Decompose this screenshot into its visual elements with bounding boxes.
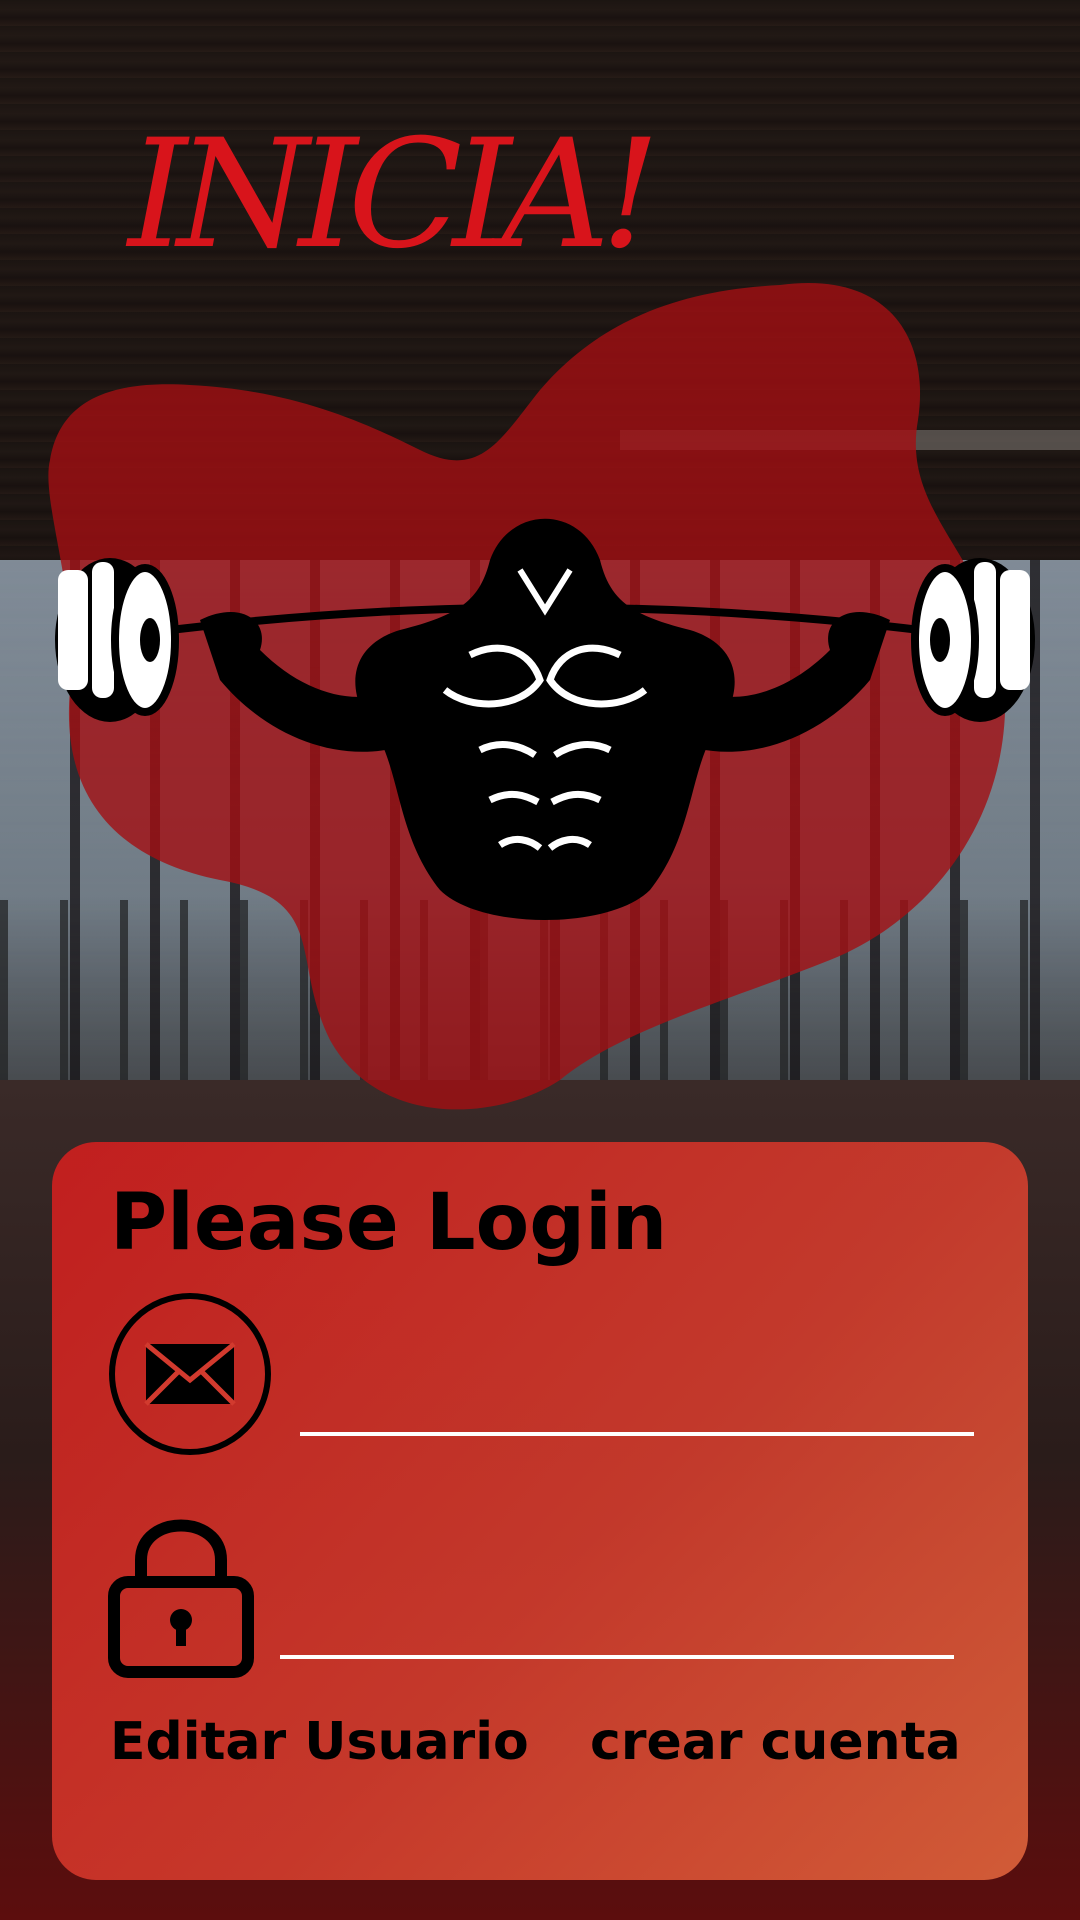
email-input[interactable] — [300, 1362, 978, 1430]
left-weight-plate — [55, 558, 179, 722]
password-underline — [280, 1655, 954, 1659]
edit-user-link[interactable]: Editar Usuario — [110, 1712, 529, 1772]
page-title: INICIA! — [128, 108, 660, 282]
email-underline — [300, 1432, 974, 1436]
right-weight-plate — [911, 558, 1035, 722]
envelope-icon[interactable] — [108, 1292, 272, 1456]
login-title: Please Login — [110, 1178, 668, 1268]
bodybuilder-barbell-icon — [55, 518, 1035, 920]
password-input[interactable] — [280, 1585, 958, 1653]
create-account-link[interactable]: crear cuenta — [590, 1712, 961, 1772]
login-card: Please Login Editar Usuario crear cuenta — [52, 1142, 1028, 1880]
lock-icon — [108, 1519, 254, 1678]
